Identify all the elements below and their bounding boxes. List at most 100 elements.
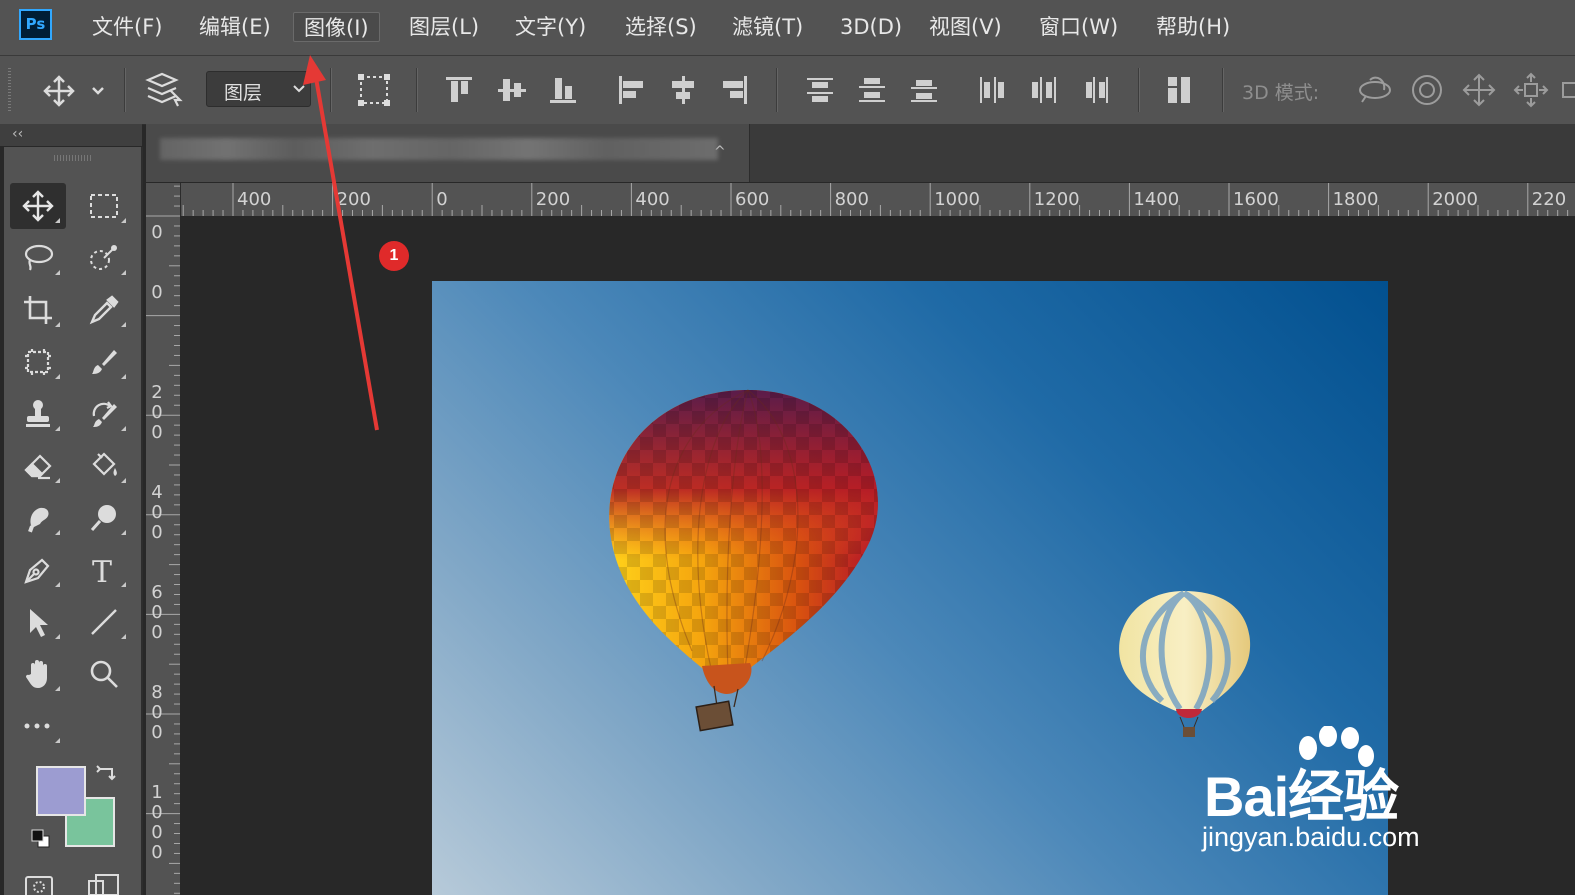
- tools-panel: T: [4, 147, 143, 895]
- document-tab-bar: ^: [146, 124, 1575, 182]
- history-brush-tool[interactable]: [76, 391, 132, 437]
- eraser-tool[interactable]: [10, 443, 66, 489]
- watermark-url: jingyan.baidu.com: [1202, 822, 1420, 852]
- distribute-right-icon[interactable]: [1080, 74, 1112, 110]
- scale-3d-icon[interactable]: [1562, 82, 1575, 98]
- edit-toolbar-button[interactable]: [10, 703, 66, 749]
- history-brush-icon: [92, 401, 117, 427]
- align-vertical-center-icon[interactable]: [496, 74, 528, 110]
- menu-help[interactable]: 帮助(H): [1146, 12, 1240, 42]
- foreground-color-swatch[interactable]: [36, 766, 86, 816]
- pen-icon: [24, 558, 50, 584]
- horizontal-ruler-label: 220: [1531, 189, 1567, 210]
- horizontal-ruler-label: 200: [535, 189, 571, 210]
- menu-edit[interactable]: 编辑(E): [189, 12, 281, 42]
- tools-panel-grip[interactable]: [54, 155, 92, 161]
- vertical-ruler-label: 400: [151, 482, 163, 543]
- auto-select-target-dropdown[interactable]: 图层: [206, 71, 311, 107]
- options-grip[interactable]: [8, 68, 11, 112]
- more-icon: [24, 723, 50, 729]
- vertical-ruler-label: 0: [151, 222, 163, 243]
- horizontal-ruler-label: 2000: [1432, 189, 1478, 210]
- horizontal-ruler-label: 1800: [1332, 189, 1379, 210]
- vertical-ruler[interactable]: 0 0 200 400 600 800 1000: [146, 183, 181, 895]
- eyedropper-tool[interactable]: [76, 287, 132, 333]
- zoom-tool[interactable]: [76, 651, 132, 697]
- auto-select-icon[interactable]: [144, 72, 184, 112]
- transform-controls-icon[interactable]: [356, 72, 392, 112]
- swap-colors-icon[interactable]: [96, 761, 118, 783]
- large-balloon: [609, 389, 878, 732]
- menu-window[interactable]: 窗口(W): [1029, 12, 1128, 42]
- rectangular-marquee-tool[interactable]: [76, 183, 132, 229]
- distribute-top-icon[interactable]: [804, 74, 836, 110]
- menu-layer[interactable]: 图层(L): [399, 12, 489, 42]
- stamp-icon: [26, 400, 50, 427]
- roll-3d-icon[interactable]: [1408, 72, 1446, 112]
- tab-overflow-chevron[interactable]: ^: [714, 144, 726, 160]
- align-right-icon[interactable]: [718, 74, 750, 110]
- document-tab[interactable]: ^: [146, 124, 750, 182]
- smudge-tool[interactable]: [10, 495, 66, 541]
- marquee-icon: [90, 194, 118, 218]
- lasso-tool[interactable]: [10, 235, 66, 281]
- smudge-icon: [28, 507, 49, 533]
- crop-tool[interactable]: [10, 287, 66, 333]
- line-tool[interactable]: [76, 599, 132, 645]
- horizontal-ruler-label: 1000: [934, 189, 980, 210]
- type-tool[interactable]: T: [76, 547, 132, 593]
- paint-bucket-tool[interactable]: [76, 443, 132, 489]
- horizontal-ruler-label: 800: [834, 189, 869, 210]
- brush-tool[interactable]: [76, 339, 132, 385]
- crop-icon: [24, 296, 52, 324]
- pan-3d-icon[interactable]: [1460, 72, 1498, 112]
- menu-view[interactable]: 视图(V): [919, 12, 1012, 42]
- menu-filter[interactable]: 滤镜(T): [722, 12, 813, 42]
- dodge-tool[interactable]: [76, 495, 132, 541]
- pen-tool[interactable]: [10, 547, 66, 593]
- menu-select[interactable]: 选择(S): [615, 12, 707, 42]
- menu-3d[interactable]: 3D(D): [830, 12, 912, 42]
- menu-bar: Ps 文件(F) 编辑(E) 图像(I) 图层(L) 文字(Y) 选择(S) 滤…: [0, 0, 1575, 56]
- menu-file[interactable]: 文件(F): [82, 12, 172, 42]
- clone-stamp-tool[interactable]: [10, 391, 66, 437]
- horizontal-ruler-label: 400: [237, 189, 272, 210]
- distribute-horizontal-center-icon[interactable]: [1028, 74, 1060, 110]
- vertical-ruler-label: 0: [151, 282, 163, 303]
- type-icon: T: [92, 555, 112, 586]
- align-top-icon[interactable]: [444, 74, 476, 110]
- collapse-panel-button[interactable]: ‹‹: [12, 126, 23, 142]
- align-horizontal-center-icon[interactable]: [667, 74, 699, 110]
- distribute-vertical-center-icon[interactable]: [856, 74, 888, 110]
- align-bottom-icon[interactable]: [548, 74, 580, 110]
- horizontal-ruler-label: 400: [635, 189, 670, 210]
- quick-selection-icon: [90, 245, 117, 270]
- horizontal-ruler[interactable]: 400 200 0 200 400 600 800 1000 1200 1400 1600 1800 2…: [180, 183, 1575, 217]
- horizontal-ruler-label: 0: [436, 189, 448, 210]
- lasso-icon: [24, 244, 54, 271]
- path-selection-tool[interactable]: [10, 599, 66, 645]
- distribute-left-icon[interactable]: [976, 74, 1008, 110]
- auto-select-target-value: 图层: [224, 82, 263, 104]
- line-icon: [91, 609, 117, 635]
- distribute-spacing-icon[interactable]: [1164, 74, 1196, 110]
- screen-mode-icon[interactable]: [86, 873, 120, 895]
- menu-image[interactable]: 图像(I): [293, 12, 380, 42]
- horizontal-ruler-label: 1600: [1233, 189, 1279, 210]
- orbit-3d-icon[interactable]: [1356, 72, 1394, 112]
- move-icon: [22, 190, 54, 222]
- quick-mask-icon[interactable]: [24, 873, 54, 895]
- move-tool-preset-icon[interactable]: [42, 74, 112, 112]
- align-left-icon[interactable]: [616, 74, 648, 110]
- hand-tool[interactable]: [10, 651, 66, 697]
- watermark-brand: Bai经验: [1204, 765, 1399, 828]
- photoshop-logo: Ps: [19, 9, 52, 40]
- default-colors-icon[interactable]: [30, 828, 52, 850]
- slide-3d-icon[interactable]: [1512, 72, 1550, 112]
- frame-tool[interactable]: [10, 339, 66, 385]
- menu-type[interactable]: 文字(Y): [505, 12, 596, 42]
- move-tool[interactable]: [10, 183, 66, 229]
- quick-selection-tool[interactable]: [76, 235, 132, 281]
- distribute-bottom-icon[interactable]: [908, 74, 940, 110]
- svg-text:T: T: [92, 555, 112, 586]
